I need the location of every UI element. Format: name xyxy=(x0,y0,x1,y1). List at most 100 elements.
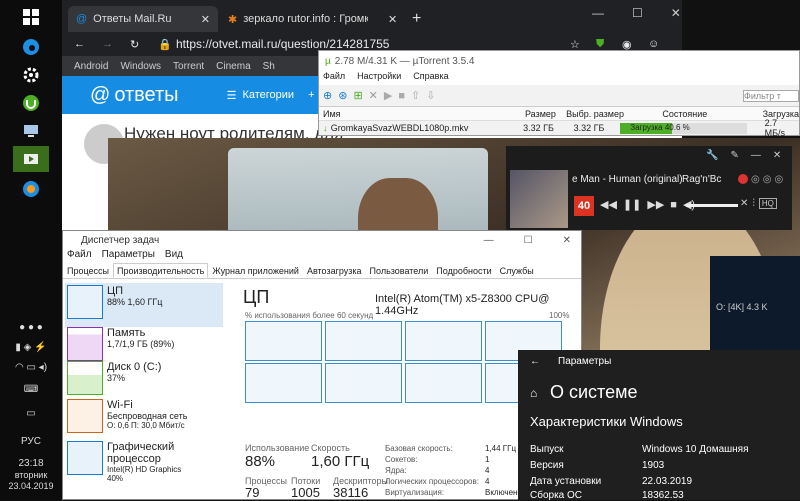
close-icon[interactable]: ✕ xyxy=(563,235,571,246)
volume-slider[interactable] xyxy=(686,204,738,207)
language-indicator[interactable]: РУС xyxy=(0,436,62,447)
record-icon[interactable] xyxy=(738,174,748,184)
table-row[interactable]: ↓ GromkayaSvazWEBDL1080p.mkv 3.32 ГБ 3.3… xyxy=(319,118,799,138)
smile-icon[interactable]: ☺ xyxy=(648,38,674,50)
profile-icon[interactable]: ◉ xyxy=(622,38,648,51)
menu-file[interactable]: Файл xyxy=(323,71,345,85)
reload-icon[interactable]: ↻ xyxy=(130,38,158,51)
forward-icon[interactable]: → xyxy=(102,38,130,50)
genre-label[interactable]: Rag'n'Bc xyxy=(682,174,721,185)
cpu-icon[interactable] xyxy=(13,176,49,202)
tray-icons-3[interactable]: ◠ ▭ ◂) xyxy=(0,362,62,373)
stop-icon[interactable]: ■ xyxy=(398,90,405,102)
menu-icon[interactable]: ☰ xyxy=(227,89,237,102)
utorrent-icon[interactable] xyxy=(13,90,49,116)
perf-item-cpu[interactable]: ЦП 88% 1,60 ГГц xyxy=(65,283,223,327)
edge-icon[interactable] xyxy=(13,34,49,60)
menu-help[interactable]: Справка xyxy=(413,71,448,85)
clock-time[interactable]: 23:18 xyxy=(0,458,62,469)
home-icon[interactable]: ⌂ xyxy=(530,386,537,400)
handles-value: 38116 xyxy=(333,485,369,500)
player-extra: ✕ ⫶ HQ xyxy=(740,198,777,209)
cpu-graphs xyxy=(245,321,565,441)
action-center-icon[interactable]: ▭ xyxy=(0,408,62,419)
col-name[interactable]: Имя xyxy=(319,109,525,119)
close-icon[interactable]: ✕ xyxy=(671,6,681,20)
keyboard-icon[interactable]: ⌨ xyxy=(0,384,62,395)
menu-params[interactable]: Параметры xyxy=(102,249,155,263)
remove-icon[interactable]: ✕ xyxy=(369,89,378,102)
address-input[interactable]: https://otvet.mail.ru/question/214281755 xyxy=(176,37,570,51)
minimize-icon[interactable]: — xyxy=(484,235,494,246)
bookmark-sh[interactable]: Sh xyxy=(263,61,275,72)
tab-startup[interactable]: Автозагрузка xyxy=(303,263,366,278)
stop-icon[interactable]: ■ xyxy=(670,199,677,211)
tray-icons-2[interactable]: ▮ ◈ ⚡ xyxy=(0,342,62,353)
torrent-name: GromkayaSvazWEBDL1080p.mkv xyxy=(330,123,469,133)
pin-icon[interactable]: ✎ xyxy=(730,150,738,161)
windows-icon[interactable] xyxy=(13,4,49,30)
gear-icon[interactable] xyxy=(13,62,49,88)
create-icon[interactable]: ⊞ xyxy=(353,89,362,102)
tab-users[interactable]: Пользователи xyxy=(366,263,433,278)
play-icon[interactable]: ▶ xyxy=(384,89,392,102)
perf-item-wifi[interactable]: Wi-Fi Беспроводная сеть О: 0,6 П: 30,0 Мби… xyxy=(65,397,223,441)
core-graph xyxy=(405,321,482,361)
tray-icons-1[interactable]: ● ● ● xyxy=(0,322,62,333)
bookmark-android[interactable]: Android xyxy=(74,61,108,72)
site-logo[interactable]: ответы xyxy=(114,84,178,107)
torrent-list-header: Имя Размер Выбр. размер Состояние Загруз… xyxy=(319,107,799,121)
maximize-icon[interactable]: ☐ xyxy=(632,6,643,20)
tab-processes[interactable]: Процессы xyxy=(63,263,113,278)
minimize-icon[interactable]: — xyxy=(751,150,761,161)
categories-link[interactable]: Категории xyxy=(242,89,294,101)
link-icon[interactable]: ◎ xyxy=(763,174,772,185)
hq-badge[interactable]: HQ xyxy=(758,198,777,209)
browser-tab-rutor[interactable]: ✱ зеркало rutor.info : Громкая св xyxy=(220,6,380,32)
star-icon[interactable]: ◎ xyxy=(774,174,783,185)
menu-settings[interactable]: Настройки xyxy=(357,71,401,85)
maximize-icon[interactable]: ☐ xyxy=(524,235,533,246)
tab-details[interactable]: Подробности xyxy=(432,263,495,278)
star-icon[interactable]: ☆ xyxy=(570,38,596,51)
tab-services[interactable]: Службы xyxy=(496,263,538,278)
previous-icon[interactable]: ◀◀ xyxy=(600,198,617,211)
back-icon[interactable]: ← xyxy=(530,356,540,367)
equalizer-icon[interactable]: ⫶ xyxy=(752,198,755,209)
col-sel-size[interactable]: Выбр. размер xyxy=(566,109,654,119)
row-value: 22.03.2019 xyxy=(642,476,693,487)
close-icon[interactable]: ✕ xyxy=(773,150,781,161)
move-down-icon[interactable]: ⇩ xyxy=(426,89,435,102)
col-download[interactable]: Загрузка xyxy=(753,109,799,119)
pc-icon[interactable] xyxy=(13,118,49,144)
close-icon[interactable]: ✕ xyxy=(380,6,404,32)
add-torrent-icon[interactable]: ⊕ xyxy=(323,89,332,102)
bookmark-torrent[interactable]: Torrent xyxy=(173,61,204,72)
globe-icon[interactable]: ◎ xyxy=(751,174,760,185)
browser-tab-mail[interactable]: @ Ответы Mail.Ru ✕ xyxy=(68,6,218,32)
menu-file[interactable]: Файл xyxy=(67,249,92,263)
shuffle-icon[interactable]: ✕ xyxy=(740,198,748,209)
perf-item-sub2: О: 0,6 П: 30,0 Мбит/с xyxy=(107,421,185,430)
next-icon[interactable]: ▶▶ xyxy=(647,198,664,211)
col-size[interactable]: Размер xyxy=(525,109,566,119)
filter-input[interactable]: Фильтр т xyxy=(743,89,799,102)
video-icon[interactable] xyxy=(13,146,49,172)
detail-key: Логических процессоров: xyxy=(385,477,479,486)
bookmark-windows[interactable]: Windows xyxy=(120,61,161,72)
add-url-icon[interactable]: ⊛ xyxy=(338,89,347,102)
settings-icon[interactable]: 🔧 xyxy=(706,150,718,161)
move-up-icon[interactable]: ⇧ xyxy=(411,89,420,102)
tab-performance[interactable]: Производительность xyxy=(113,263,209,278)
menu-view[interactable]: Вид xyxy=(165,249,183,263)
col-state[interactable]: Состояние xyxy=(654,109,752,119)
new-tab-button[interactable]: + xyxy=(404,6,428,32)
bookmark-cinema[interactable]: Cinema xyxy=(216,61,250,72)
close-icon[interactable]: ✕ xyxy=(201,13,210,26)
back-icon[interactable]: ← xyxy=(74,38,102,50)
shield-icon[interactable]: ⛊ xyxy=(596,38,622,51)
pause-icon[interactable]: ❚❚ xyxy=(623,198,641,211)
tab-app-history[interactable]: Журнал приложений xyxy=(208,263,303,278)
minimize-icon[interactable]: — xyxy=(592,6,604,20)
perf-item-gpu[interactable]: Графический процессор Intel(R) HD Graphic… xyxy=(65,439,223,483)
